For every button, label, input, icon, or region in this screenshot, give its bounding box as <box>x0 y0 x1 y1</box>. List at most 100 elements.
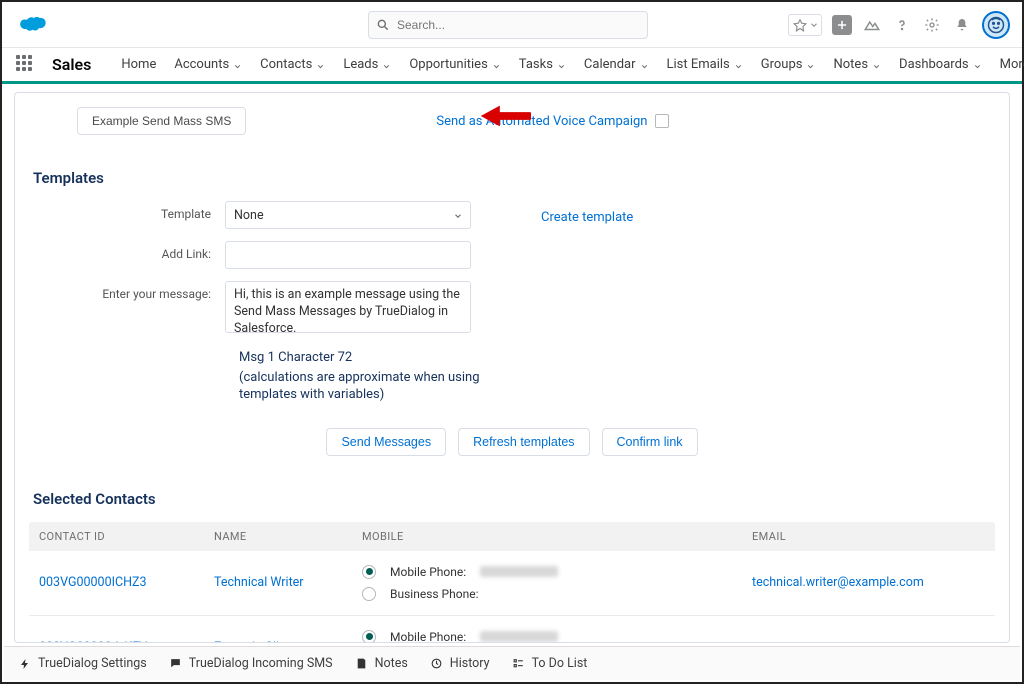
util-truedialog-settings[interactable]: TrueDialog Settings <box>18 656 147 671</box>
col-name: NAME <box>214 530 362 543</box>
gear-icon[interactable] <box>922 15 942 35</box>
salesforce-logo <box>14 13 48 37</box>
mass-sms-card: Example Send Mass SMS Send as Automated … <box>14 92 1010 643</box>
char-counter: Msg 1 Character 72 <box>239 349 539 367</box>
confirm-link-button[interactable]: Confirm link <box>602 428 698 456</box>
chevron-down-icon <box>734 60 743 69</box>
app-launcher-icon[interactable] <box>16 55 32 75</box>
business-phone-radio[interactable] <box>362 587 376 601</box>
nav-opportunities[interactable]: Opportunities <box>409 57 500 72</box>
trailhead-icon[interactable] <box>862 15 882 35</box>
contact-name-link[interactable]: Example Client <box>214 640 362 643</box>
history-icon <box>430 657 444 671</box>
send-messages-button[interactable]: Send Messages <box>326 428 446 456</box>
calc-note: (calculations are approximate when using… <box>239 369 539 404</box>
redacted-phone <box>480 631 558 642</box>
chevron-down-icon <box>806 60 815 69</box>
table-header: CONTACT ID NAME MOBILE EMAIL <box>29 522 995 551</box>
nav-groups[interactable]: Groups <box>761 57 816 72</box>
message-textarea[interactable] <box>225 281 471 333</box>
message-label: Enter your message: <box>29 281 225 301</box>
chevron-down-icon <box>382 60 391 69</box>
nav-accounts[interactable]: Accounts <box>174 57 242 72</box>
util-todo[interactable]: To Do List <box>512 656 588 671</box>
bolt-icon <box>18 657 32 671</box>
global-header <box>2 2 1022 48</box>
contact-email-link[interactable]: technical.writer@example.com <box>752 575 985 590</box>
create-template-link[interactable]: Create template <box>541 206 633 225</box>
chevron-down-icon <box>233 60 242 69</box>
mobile-phone-label: Mobile Phone: <box>390 630 466 643</box>
utility-bar: TrueDialog Settings TrueDialog Incoming … <box>4 646 1020 680</box>
chevron-down-icon <box>973 60 982 69</box>
nav-items: Home Accounts Contacts Leads Opportuniti… <box>121 57 1024 72</box>
col-email: EMAIL <box>752 530 985 543</box>
card-top-row: Example Send Mass SMS Send as Automated … <box>29 107 995 135</box>
template-select[interactable]: None <box>225 201 471 229</box>
contact-id-link[interactable]: 003VG00000JyKFV <box>39 640 214 643</box>
voice-campaign-toggle[interactable]: Send as Automated Voice Campaign <box>436 114 669 129</box>
star-icon <box>791 16 809 34</box>
nav-home[interactable]: Home <box>121 57 156 72</box>
chevron-down-icon <box>872 60 881 69</box>
contacts-title: Selected Contacts <box>33 490 995 508</box>
avatar[interactable] <box>982 11 1010 39</box>
nav-tasks[interactable]: Tasks <box>519 57 566 72</box>
example-send-mass-sms-button[interactable]: Example Send Mass SMS <box>77 107 246 135</box>
add-icon[interactable] <box>832 15 852 35</box>
phone-cell: Mobile Phone: Business Phone: <box>362 561 752 605</box>
main-content: Example Send Mass SMS Send as Automated … <box>2 84 1022 643</box>
nav-contacts[interactable]: Contacts <box>260 57 325 72</box>
search-icon <box>376 18 390 32</box>
redacted-phone <box>480 566 558 577</box>
add-link-input[interactable] <box>225 241 471 269</box>
nav-calendar[interactable]: Calendar <box>584 57 649 72</box>
arrow-annotation-icon <box>479 103 531 129</box>
message-row: Enter your message: <box>29 281 995 337</box>
add-link-label: Add Link: <box>29 241 225 261</box>
chevron-down-icon <box>492 60 501 69</box>
phone-cell: Mobile Phone: Business Phone: <box>362 626 752 643</box>
help-icon[interactable] <box>892 15 912 35</box>
search-input[interactable] <box>368 11 648 39</box>
contact-name-link[interactable]: Technical Writer <box>214 575 362 590</box>
template-label: Template <box>29 201 225 221</box>
nav-bar: Sales Home Accounts Contacts Leads Oppor… <box>2 48 1022 84</box>
table-row: 003VG00000ICHZ3 Technical Writer Mobile … <box>29 551 995 616</box>
message-info: Msg 1 Character 72 (calculations are app… <box>239 349 539 404</box>
global-search <box>368 11 648 39</box>
chevron-down-icon <box>316 60 325 69</box>
nav-leads[interactable]: Leads <box>343 57 391 72</box>
note-icon <box>355 657 369 671</box>
nav-notes[interactable]: Notes <box>833 57 881 72</box>
chevron-down-icon <box>640 60 649 69</box>
chat-icon <box>169 657 183 671</box>
nav-dashboards[interactable]: Dashboards <box>899 57 982 72</box>
header-actions <box>788 11 1010 39</box>
favorites-button[interactable] <box>788 14 822 36</box>
contact-id-link[interactable]: 003VG00000ICHZ3 <box>39 575 214 590</box>
bell-icon[interactable] <box>952 15 972 35</box>
business-phone-label: Business Phone: <box>390 587 478 601</box>
refresh-templates-button[interactable]: Refresh templates <box>458 428 589 456</box>
nav-list-emails[interactable]: List Emails <box>667 57 743 72</box>
util-truedialog-incoming[interactable]: TrueDialog Incoming SMS <box>169 656 333 671</box>
voice-campaign-checkbox[interactable] <box>655 114 669 128</box>
mobile-phone-radio[interactable] <box>362 565 376 579</box>
col-id: CONTACT ID <box>39 530 214 543</box>
util-history[interactable]: History <box>430 656 490 671</box>
add-link-row: Add Link: <box>29 241 995 269</box>
mobile-phone-radio[interactable] <box>362 630 376 643</box>
nav-more[interactable]: More <box>1000 57 1024 72</box>
app-name: Sales <box>52 55 91 74</box>
col-mobile: MOBILE <box>362 530 752 543</box>
table-row: 003VG00000JyKFV Example Client Mobile Ph… <box>29 616 995 643</box>
voice-campaign-label: Send as Automated Voice Campaign <box>436 114 647 129</box>
templates-title: Templates <box>33 169 995 187</box>
contacts-table: CONTACT ID NAME MOBILE EMAIL 003VG00000I… <box>29 522 995 643</box>
util-notes[interactable]: Notes <box>355 656 408 671</box>
mobile-phone-label: Mobile Phone: <box>390 565 466 579</box>
chevron-down-icon <box>557 60 566 69</box>
template-row: Template None Create template <box>29 201 995 229</box>
chevron-down-icon <box>809 16 819 34</box>
